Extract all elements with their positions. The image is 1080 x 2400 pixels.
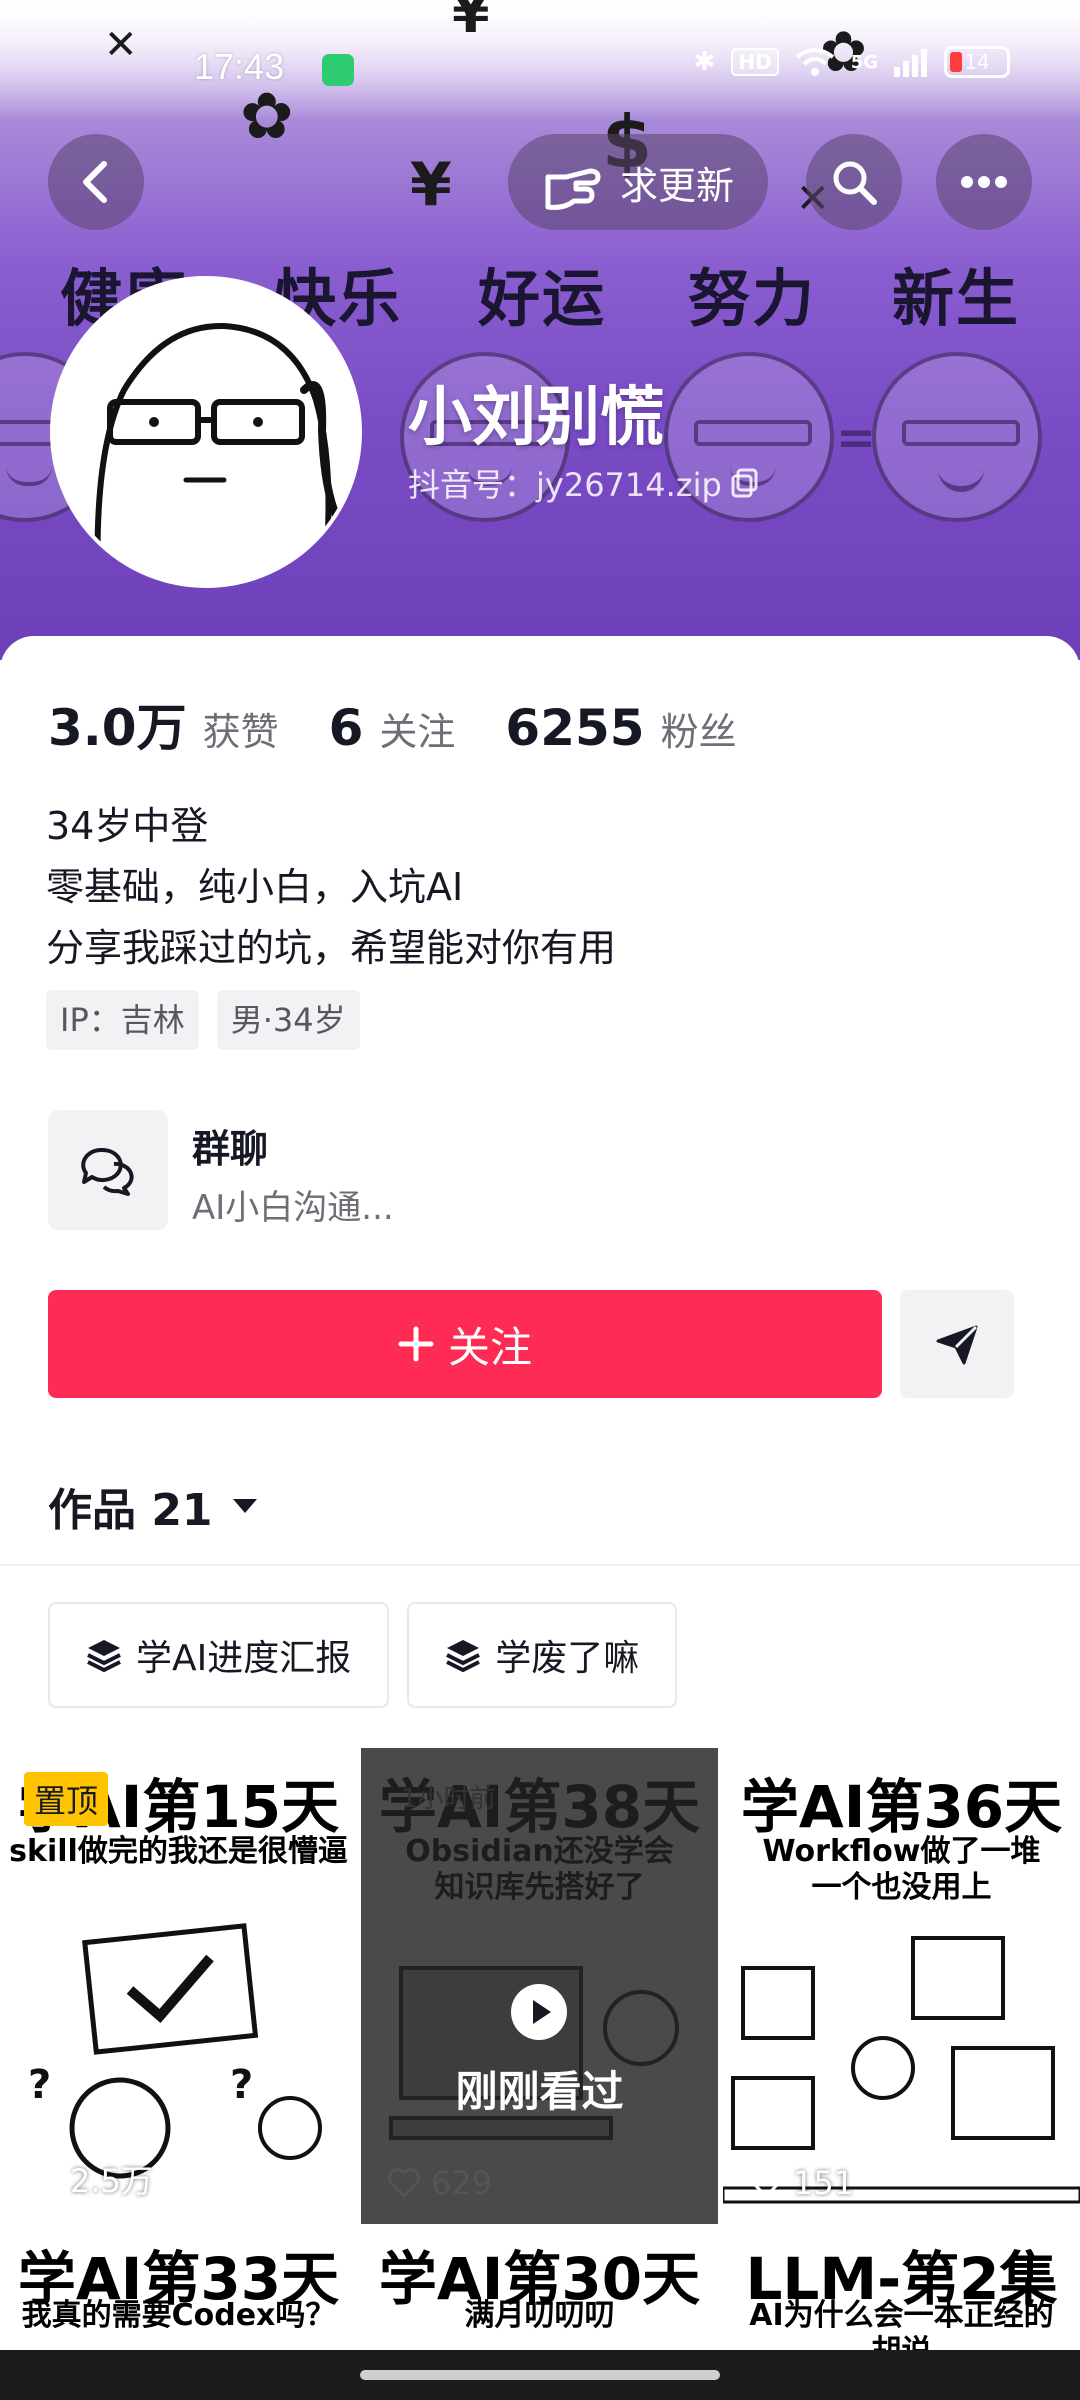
follow-button[interactable]: 关注 <box>48 1290 882 1398</box>
equals-sign: = <box>836 410 877 466</box>
video-likes: 151 <box>749 2164 854 2202</box>
bio-line: 零基础，纯小白，入坑AI <box>46 865 464 909</box>
banner-word: 新生 <box>892 262 1021 335</box>
back-arrow-icon <box>83 161 107 203</box>
bio-line: 分享我踩过的坑，希望能对你有用 <box>46 926 617 970</box>
profile-bio: 34岁中登 零基础，纯小白，入坑AI 分享我踩过的坑，希望能对你有用 <box>46 796 616 979</box>
video-tile[interactable]: 学AI第30天 满月叨叨叨 <box>361 2228 718 2350</box>
video-tile[interactable]: 学AI第15天 skill做完的我还是很懵逼 ? ? 置顶 2.5万 <box>0 1748 357 2224</box>
wifi-icon <box>795 48 834 76</box>
group-chat-icon-box <box>48 1110 168 1230</box>
heart-icon <box>749 2168 783 2198</box>
battery-level: 14 <box>964 50 990 74</box>
recently-watched-label: 刚刚看过 <box>455 2067 624 2116</box>
status-bar: 17:43 ✱ HD 5G 14 <box>0 0 1080 130</box>
share-button[interactable] <box>900 1290 1014 1398</box>
video-tile[interactable]: LLM-第2集 AI为什么会一本正经的 胡说 <box>723 2228 1080 2350</box>
chat-bubbles-icon <box>81 1147 134 1196</box>
video-likes: 2.5万 <box>26 2156 153 2202</box>
likes-count: 629 <box>431 2164 493 2202</box>
search-button[interactable] <box>806 134 902 230</box>
signal-icon <box>894 49 927 77</box>
video-title: 学AI第36天 <box>740 1773 1063 1841</box>
bio-line: 34岁中登 <box>46 804 209 848</box>
svg-text:?: ? <box>230 2062 253 2108</box>
plus-icon <box>398 1326 434 1362</box>
copy-icon[interactable] <box>730 468 760 498</box>
video-tile[interactable]: 学AI第36天 Workflow做了一堆 一个也没用上 151 <box>723 1748 1080 2224</box>
video-subtitle: 我真的需要Codex吗？ <box>21 2298 336 2333</box>
video-tile[interactable]: 学AI第38天 Obsidian还没学会 知识库先搭好了 1小时前 刚刚看过 6… <box>361 1748 718 2224</box>
dropdown-triangle-icon <box>232 1499 257 1513</box>
heart-icon <box>387 2168 421 2198</box>
search-icon <box>833 161 877 205</box>
likes-label: 获赞 <box>202 710 279 754</box>
likes-count[interactable]: 3.0万 <box>48 688 187 760</box>
home-indicator[interactable] <box>360 2370 720 2380</box>
collection-chip[interactable]: 学AI进度汇报 <box>48 1602 390 1708</box>
works-tab[interactable]: 作品 21 <box>48 1474 259 1538</box>
hd-icon: HD <box>731 48 779 76</box>
following-count[interactable]: 6 <box>329 699 364 757</box>
followers-label: 粉丝 <box>660 710 737 754</box>
video-subtitle: skill做完的我还是很懵逼 <box>9 1834 348 1869</box>
likes-count: 2.5万 <box>70 2162 153 2200</box>
send-icon <box>936 1325 978 1365</box>
profile-handle[interactable]: 抖音号：jy26714.zip <box>408 460 760 506</box>
status-time: 17:43 <box>194 46 285 87</box>
group-chat-subtitle: AI小白沟通... <box>192 1188 394 1228</box>
yen-doodle: ¥ <box>410 150 452 220</box>
collection-label: 学AI进度汇报 <box>136 1638 352 1679</box>
bluetooth-icon: ✱ <box>693 47 716 77</box>
group-chat-title: 群聊 <box>192 1127 269 1171</box>
banner-word: 好运 <box>478 262 607 335</box>
video-likes: 629 <box>387 2164 492 2202</box>
banner-word: 努力 <box>688 262 817 335</box>
likes-count: 151 <box>793 2164 855 2202</box>
request-update-label: 求更新 <box>619 163 734 208</box>
network-label: 5G <box>850 51 878 73</box>
works-label: 作品 21 <box>48 1485 213 1536</box>
pinned-badge: 置顶 <box>24 1772 109 1826</box>
profile-tags: IP：吉林 男·34岁 <box>46 990 360 1050</box>
video-subtitle: Workflow做了一堆 一个也没用上 <box>762 1834 1041 1905</box>
follow-label: 关注 <box>447 1322 532 1372</box>
collection-chip[interactable]: 学废了嘛 <box>407 1602 678 1708</box>
back-button[interactable] <box>48 134 144 230</box>
followers-count[interactable]: 6255 <box>505 699 644 757</box>
collection-label: 学废了嘛 <box>495 1638 640 1679</box>
following-label: 关注 <box>379 710 456 754</box>
stack-icon <box>446 1640 481 1672</box>
heart-icon <box>26 2164 60 2194</box>
time-ago-badge: 1小时前 <box>401 1784 496 1814</box>
profile-stats: 3.0万 获赞 6 关注 6255 粉丝 <box>48 688 787 760</box>
svg-text:?: ? <box>28 2062 51 2108</box>
gender-age-tag: 男·34岁 <box>216 990 360 1050</box>
ip-tag: IP：吉林 <box>46 990 199 1050</box>
profile-name: 小刘别慌 <box>408 381 664 455</box>
more-icon <box>961 176 1007 188</box>
video-subtitle: 满月叨叨叨 <box>464 2298 615 2333</box>
video-subtitle: AI为什么会一本正经的 胡说 <box>749 2298 1054 2350</box>
avatar-drawing <box>94 322 342 584</box>
collections-row: 学AI进度汇报 学废了嘛 <box>48 1602 678 1708</box>
notification-icon <box>322 54 354 86</box>
avatar[interactable] <box>50 276 362 588</box>
play-icon <box>511 1984 567 2040</box>
banner-face <box>872 352 1042 522</box>
more-button[interactable] <box>936 134 1032 230</box>
battery-icon: 14 <box>944 46 1010 78</box>
video-subtitle: Obsidian还没学会 知识库先搭好了 <box>405 1834 674 1905</box>
pointing-hand-icon <box>545 168 601 210</box>
handle-text: 抖音号：jy26714.zip <box>408 466 722 504</box>
stack-icon <box>87 1640 121 1672</box>
video-tile[interactable]: 学AI第33天 我真的需要Codex吗？ <box>0 2228 357 2350</box>
request-update-button[interactable]: 求更新 <box>508 134 768 230</box>
group-chat-entry[interactable]: 群聊 AI小白沟通... <box>48 1110 648 1232</box>
section-divider <box>0 1564 1080 1566</box>
